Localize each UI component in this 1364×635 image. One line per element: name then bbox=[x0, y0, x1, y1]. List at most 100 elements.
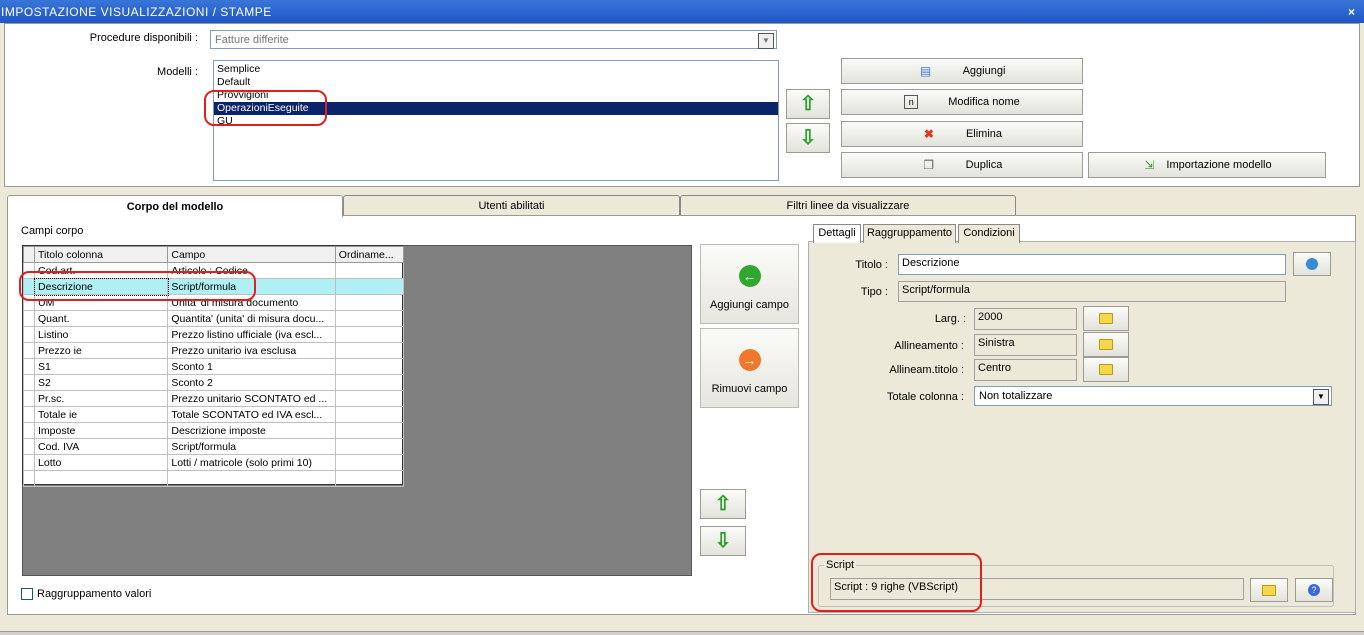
subtab-condizioni[interactable]: Condizioni bbox=[958, 224, 1020, 243]
table-cell[interactable]: Quantita' (unita' di misura docu... bbox=[167, 310, 336, 327]
table-cell[interactable]: Prezzo unitario SCONTATO ed ... bbox=[167, 390, 336, 407]
elimina-button[interactable]: ✖ Elimina bbox=[841, 121, 1083, 147]
table-row[interactable]: Listino Prezzo listino ufficiale (iva esc… bbox=[22, 326, 405, 343]
close-button[interactable]: × bbox=[1343, 4, 1360, 20]
totale-colonna-select[interactable]: Non totalizzare ▼ bbox=[974, 386, 1332, 406]
list-item[interactable]: Semplice bbox=[214, 63, 778, 76]
move-up-button[interactable]: ⇧ bbox=[786, 89, 830, 119]
row-indicator[interactable] bbox=[22, 422, 36, 439]
table-row[interactable]: Lotto Lotti / matricole (solo primi 10) bbox=[22, 454, 405, 471]
tab-filtri-linee[interactable]: Filtri linee da visualizzare bbox=[680, 195, 1016, 215]
allineamento-field: Sinistra bbox=[974, 334, 1077, 356]
allineamento-folder-button[interactable] bbox=[1083, 332, 1129, 357]
row-indicator[interactable] bbox=[22, 470, 36, 487]
titolo-input[interactable]: Descrizione bbox=[898, 254, 1286, 275]
importazione-modello-button[interactable]: ⇲ Importazione modello bbox=[1088, 152, 1326, 178]
table-cell[interactable] bbox=[334, 374, 405, 391]
tab-corpo-del-modello[interactable]: Corpo del modello bbox=[7, 195, 343, 217]
raggruppamento-checkbox[interactable] bbox=[21, 588, 33, 600]
row-indicator[interactable] bbox=[22, 438, 36, 455]
table-cell[interactable] bbox=[334, 390, 405, 407]
table-row[interactable]: Quant. Quantita' (unita' di misura docu..… bbox=[22, 310, 405, 327]
table-cell[interactable] bbox=[334, 438, 405, 455]
arrow-up-icon: ⇧ bbox=[714, 493, 732, 515]
chevron-down-icon[interactable]: ▼ bbox=[1313, 389, 1329, 405]
row-indicator[interactable] bbox=[22, 358, 36, 375]
table-row[interactable]: Prezzo ie Prezzo unitario iva esclusa bbox=[22, 342, 405, 359]
list-item[interactable]: Default bbox=[214, 76, 778, 89]
table-cell[interactable]: Lotti / matricole (solo primi 10) bbox=[167, 454, 336, 471]
procedure-select[interactable]: Fatture differite ▼ bbox=[210, 30, 777, 49]
aggiungi-button[interactable]: ▤ Aggiungi bbox=[841, 58, 1083, 84]
rimuovi-campo-label: Rimuovi campo bbox=[711, 383, 788, 395]
aggiungi-campo-button[interactable]: ← Aggiungi campo bbox=[700, 244, 799, 324]
table-cell[interactable]: Totale ie bbox=[34, 406, 169, 423]
column-header[interactable]: Titolo colonna bbox=[34, 246, 169, 263]
table-cell[interactable] bbox=[334, 310, 405, 327]
row-indicator[interactable] bbox=[22, 374, 36, 391]
table-cell[interactable] bbox=[34, 470, 169, 487]
column-header[interactable]: Ordiname... bbox=[334, 246, 405, 263]
table-row[interactable]: S1 Sconto 1 bbox=[22, 358, 405, 375]
table-cell[interactable]: S1 bbox=[34, 358, 169, 375]
table-row[interactable]: Cod. IVA Script/formula bbox=[22, 438, 405, 455]
field-move-up-button[interactable]: ⇧ bbox=[700, 489, 746, 519]
database-add-icon: ▤ bbox=[919, 64, 932, 79]
table-row[interactable] bbox=[22, 470, 405, 487]
table-cell[interactable]: Cod. IVA bbox=[34, 438, 169, 455]
table-cell[interactable]: Sconto 1 bbox=[167, 358, 336, 375]
chevron-down-icon[interactable]: ▼ bbox=[758, 33, 774, 49]
allineam-titolo-folder-button[interactable] bbox=[1083, 357, 1129, 382]
annotation-oval bbox=[811, 553, 982, 612]
table-cell[interactable]: Prezzo ie bbox=[34, 342, 169, 359]
table-cell[interactable]: Sconto 2 bbox=[167, 374, 336, 391]
table-cell[interactable] bbox=[334, 342, 405, 359]
move-down-button[interactable]: ⇩ bbox=[786, 123, 830, 153]
table-cell[interactable] bbox=[334, 470, 405, 487]
script-help-button[interactable]: ? bbox=[1295, 578, 1333, 602]
import-icon: ⇲ bbox=[1144, 158, 1155, 173]
table-cell[interactable] bbox=[334, 278, 405, 295]
folder-icon bbox=[1262, 585, 1276, 596]
table-row[interactable]: Pr.sc. Prezzo unitario SCONTATO ed ... bbox=[22, 390, 405, 407]
table-cell[interactable]: Imposte bbox=[34, 422, 169, 439]
subtab-raggruppamento[interactable]: Raggruppamento bbox=[863, 224, 956, 243]
table-cell[interactable]: S2 bbox=[34, 374, 169, 391]
table-row[interactable]: Totale ie Totale SCONTATO ed IVA escl... bbox=[22, 406, 405, 423]
table-row[interactable]: Imposte Descrizione imposte bbox=[22, 422, 405, 439]
table-cell[interactable] bbox=[334, 454, 405, 471]
row-indicator[interactable] bbox=[22, 326, 36, 343]
row-indicator[interactable] bbox=[22, 342, 36, 359]
rimuovi-campo-button[interactable]: → Rimuovi campo bbox=[700, 328, 799, 408]
table-cell[interactable] bbox=[334, 326, 405, 343]
table-row[interactable]: S2 Sconto 2 bbox=[22, 374, 405, 391]
table-cell[interactable]: Totale SCONTATO ed IVA escl... bbox=[167, 406, 336, 423]
table-cell[interactable]: Prezzo unitario iva esclusa bbox=[167, 342, 336, 359]
table-cell[interactable]: Pr.sc. bbox=[34, 390, 169, 407]
table-cell[interactable] bbox=[334, 358, 405, 375]
table-cell[interactable]: Prezzo listino ufficiale (iva escl... bbox=[167, 326, 336, 343]
table-cell[interactable]: Listino bbox=[34, 326, 169, 343]
table-cell[interactable] bbox=[167, 470, 336, 487]
script-folder-button[interactable] bbox=[1250, 578, 1288, 602]
field-move-down-button[interactable]: ⇩ bbox=[700, 526, 746, 556]
globe-button[interactable] bbox=[1293, 252, 1331, 276]
larg-folder-button[interactable] bbox=[1083, 306, 1129, 331]
row-indicator[interactable] bbox=[22, 310, 36, 327]
table-cell[interactable] bbox=[334, 294, 405, 311]
table-cell[interactable]: Script/formula bbox=[167, 438, 336, 455]
table-cell[interactable] bbox=[334, 406, 405, 423]
table-cell[interactable]: Lotto bbox=[34, 454, 169, 471]
duplica-button[interactable]: ❐ Duplica bbox=[841, 152, 1083, 178]
modifica-nome-button[interactable]: n Modifica nome bbox=[841, 89, 1083, 115]
row-indicator[interactable] bbox=[22, 406, 36, 423]
row-indicator[interactable] bbox=[22, 454, 36, 471]
table-cell[interactable]: Quant. bbox=[34, 310, 169, 327]
table-cell[interactable] bbox=[334, 262, 405, 279]
tab-utenti-abilitati[interactable]: Utenti abilitati bbox=[343, 195, 680, 215]
column-header[interactable]: Campo bbox=[167, 246, 336, 263]
table-cell[interactable]: Descrizione imposte bbox=[167, 422, 336, 439]
subtab-dettagli[interactable]: Dettagli bbox=[813, 224, 861, 243]
row-indicator[interactable] bbox=[22, 390, 36, 407]
table-cell[interactable] bbox=[334, 422, 405, 439]
